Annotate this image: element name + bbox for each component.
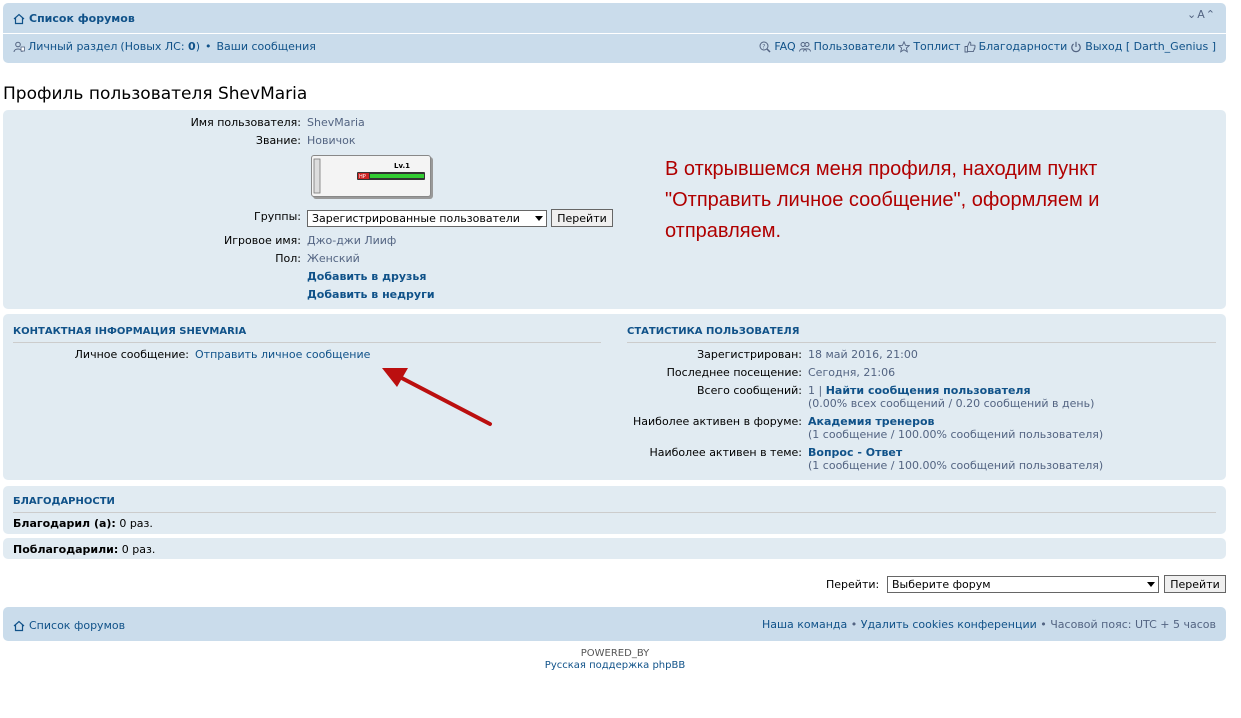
footer-forum-list-link[interactable]: Список форумов bbox=[13, 619, 125, 632]
logout-link[interactable]: Выход [ Darth_Genius ] bbox=[1085, 40, 1216, 53]
annotation-text: В открывшемся меня профиля, находим пунк… bbox=[665, 158, 1100, 242]
team-link[interactable]: Наша команда bbox=[762, 618, 847, 631]
timezone-text: Часовой пояс: UTC + 5 часов bbox=[1050, 618, 1216, 631]
faq-link[interactable]: FAQ bbox=[774, 40, 795, 53]
gender-value: Женский bbox=[307, 252, 360, 265]
rank-value: Новичок bbox=[307, 134, 356, 147]
thanks-received-label: Поблагодарили: bbox=[13, 543, 119, 556]
members-icon bbox=[798, 41, 811, 52]
jump-select[interactable]: Выберите форум bbox=[887, 576, 1159, 593]
dropdown-arrow-icon bbox=[535, 216, 543, 221]
registered-label: Зарегистрирован: bbox=[697, 348, 802, 361]
red-arrow-icon bbox=[382, 368, 492, 426]
home-icon bbox=[13, 13, 25, 24]
forum-list-link[interactable]: Список форумов bbox=[13, 12, 135, 25]
contact-heading: КОНТАКТНАЯ ІНФОРМАЦИЯ SHEVMARIA bbox=[13, 326, 601, 343]
posts-count: 1 | Найти сообщения пользователя bbox=[808, 384, 1031, 397]
pm-label: Личное сообщение: bbox=[74, 348, 189, 361]
user-nav: Личный раздел (Новых ЛС: 0) • Ваши сообщ… bbox=[13, 40, 316, 53]
page-title: Профиль пользователя ShevMaria bbox=[3, 84, 308, 104]
active-topic-label: Наиболее активен в теме: bbox=[649, 446, 802, 459]
registered-value: 18 май 2016, 21:00 bbox=[808, 348, 918, 361]
footer-forum-list-label: Список форумов bbox=[29, 619, 126, 632]
last-visit-value: Сегодня, 21:06 bbox=[808, 366, 896, 379]
support-link[interactable]: Русская поддержка phpBB bbox=[0, 660, 1230, 671]
jump-go-button[interactable]: Перейти bbox=[1164, 575, 1226, 593]
thanks-heading: БЛАГОДАРНОСТИ bbox=[13, 496, 1216, 513]
thanked-panel bbox=[3, 538, 1226, 559]
logout-label: Выход bbox=[1085, 40, 1123, 53]
thanks-gave-row: Благодарил (а): 0 раз. bbox=[13, 517, 153, 530]
rank-label: Звание: bbox=[255, 134, 301, 147]
font-size-control[interactable]: ⌄A⌃ bbox=[1187, 8, 1216, 21]
send-pm-link[interactable]: Отправить личное сообщение bbox=[195, 348, 370, 361]
game-name-label: Игровое имя: bbox=[224, 234, 301, 247]
active-topic-detail: (1 сообщение / 100.00% сообщений пользов… bbox=[808, 459, 1104, 472]
thanks-gave-label: Благодарил (а): bbox=[13, 517, 116, 530]
header-top: Список форумов ⌄A⌃ bbox=[3, 3, 1226, 34]
add-friend-link[interactable]: Добавить в друзья bbox=[307, 270, 426, 283]
active-forum-link[interactable]: Академия тренеров bbox=[808, 415, 935, 428]
posts-detail: (0.00% всех сообщений / 0.20 сообщений в… bbox=[808, 397, 1095, 410]
bullet-separator: • bbox=[850, 618, 858, 631]
rank-level-text: Lv.1 bbox=[394, 162, 410, 170]
delete-cookies-link[interactable]: Удалить cookies конференции bbox=[861, 618, 1037, 631]
active-forum-label: Наиболее активен в форуме: bbox=[633, 415, 802, 428]
user-panel-link[interactable]: Личный раздел bbox=[28, 40, 117, 53]
groups-label: Группы: bbox=[254, 210, 301, 223]
gender-label: Пол: bbox=[275, 252, 301, 265]
thanks-received-value: 0 раз. bbox=[121, 543, 156, 556]
username-value: ShevMaria bbox=[307, 116, 365, 129]
groups-selected: Зарегистрированные пользователи bbox=[312, 212, 520, 225]
active-forum-detail: (1 сообщение / 100.00% сообщений пользов… bbox=[808, 428, 1104, 441]
faq-icon: ? bbox=[759, 41, 771, 53]
posts-label: Всего сообщений: bbox=[697, 384, 802, 397]
thanks-link[interactable]: Благодарности bbox=[979, 40, 1068, 53]
footer-bar: Список форумов Наша команда • Удалить co… bbox=[3, 607, 1226, 641]
new-pm-count: 0 bbox=[188, 40, 196, 53]
thumbs-up-icon bbox=[964, 41, 976, 52]
bullet-separator: • bbox=[205, 40, 212, 53]
active-topic-link[interactable]: Вопрос - Ответ bbox=[808, 446, 902, 459]
forum-list-label: Список форумов bbox=[29, 12, 135, 25]
rank-image: Lv.1 HP bbox=[311, 155, 431, 197]
jump-selected: Выберите форум bbox=[892, 578, 991, 591]
rank-hp-bar-icon: Lv.1 HP bbox=[313, 158, 425, 194]
your-posts-link[interactable]: Ваши сообщения bbox=[217, 40, 316, 53]
powered-by: POWERED_BY bbox=[580, 648, 650, 659]
username-label: Имя пользователя: bbox=[190, 116, 301, 129]
footer-links: Наша команда • Удалить cookies конференц… bbox=[762, 618, 1216, 631]
last-visit-label: Последнее посещение: bbox=[666, 366, 802, 379]
groups-go-button[interactable]: Перейти bbox=[551, 209, 613, 227]
thanks-received-row: Поблагодарили: 0 раз. bbox=[13, 543, 155, 556]
dropdown-arrow-icon bbox=[1147, 582, 1155, 587]
main-nav: ? FAQ Пользователи Топлист Благодарности… bbox=[759, 40, 1216, 53]
rank-hp-text: HP bbox=[359, 174, 366, 180]
add-foe-link[interactable]: Добавить в недруги bbox=[307, 288, 435, 301]
star-icon bbox=[898, 40, 911, 53]
header-bar: Список форумов ⌄A⌃ Личный раздел (Новых … bbox=[3, 3, 1226, 63]
current-username: Darth_Genius bbox=[1133, 40, 1209, 53]
new-pm-suffix: ) bbox=[195, 40, 200, 53]
new-pm-prefix: (Новых ЛС: bbox=[120, 40, 189, 53]
power-icon bbox=[1071, 41, 1082, 52]
thanks-gave-value: 0 раз. bbox=[119, 517, 153, 530]
jump-label: Перейти: bbox=[826, 578, 880, 591]
bullet-separator: • bbox=[1040, 618, 1047, 631]
find-posts-link[interactable]: Найти сообщения пользователя bbox=[826, 384, 1031, 397]
game-name-value: Джо-джи Лииф bbox=[307, 234, 397, 247]
posts-value: 1 | bbox=[808, 384, 823, 397]
groups-select[interactable]: Зарегистрированные пользователи bbox=[307, 210, 547, 227]
user-panel-icon bbox=[13, 41, 25, 52]
members-link[interactable]: Пользователи bbox=[814, 40, 896, 53]
home-icon bbox=[13, 620, 25, 631]
svg-text:?: ? bbox=[763, 43, 766, 50]
toplist-link[interactable]: Топлист bbox=[913, 40, 960, 53]
stats-heading: СТАТИСТИКА ПОЛЬЗОВАТЕЛЯ bbox=[627, 326, 1216, 343]
new-pm-link[interactable]: (Новых ЛС: 0) bbox=[120, 40, 200, 53]
